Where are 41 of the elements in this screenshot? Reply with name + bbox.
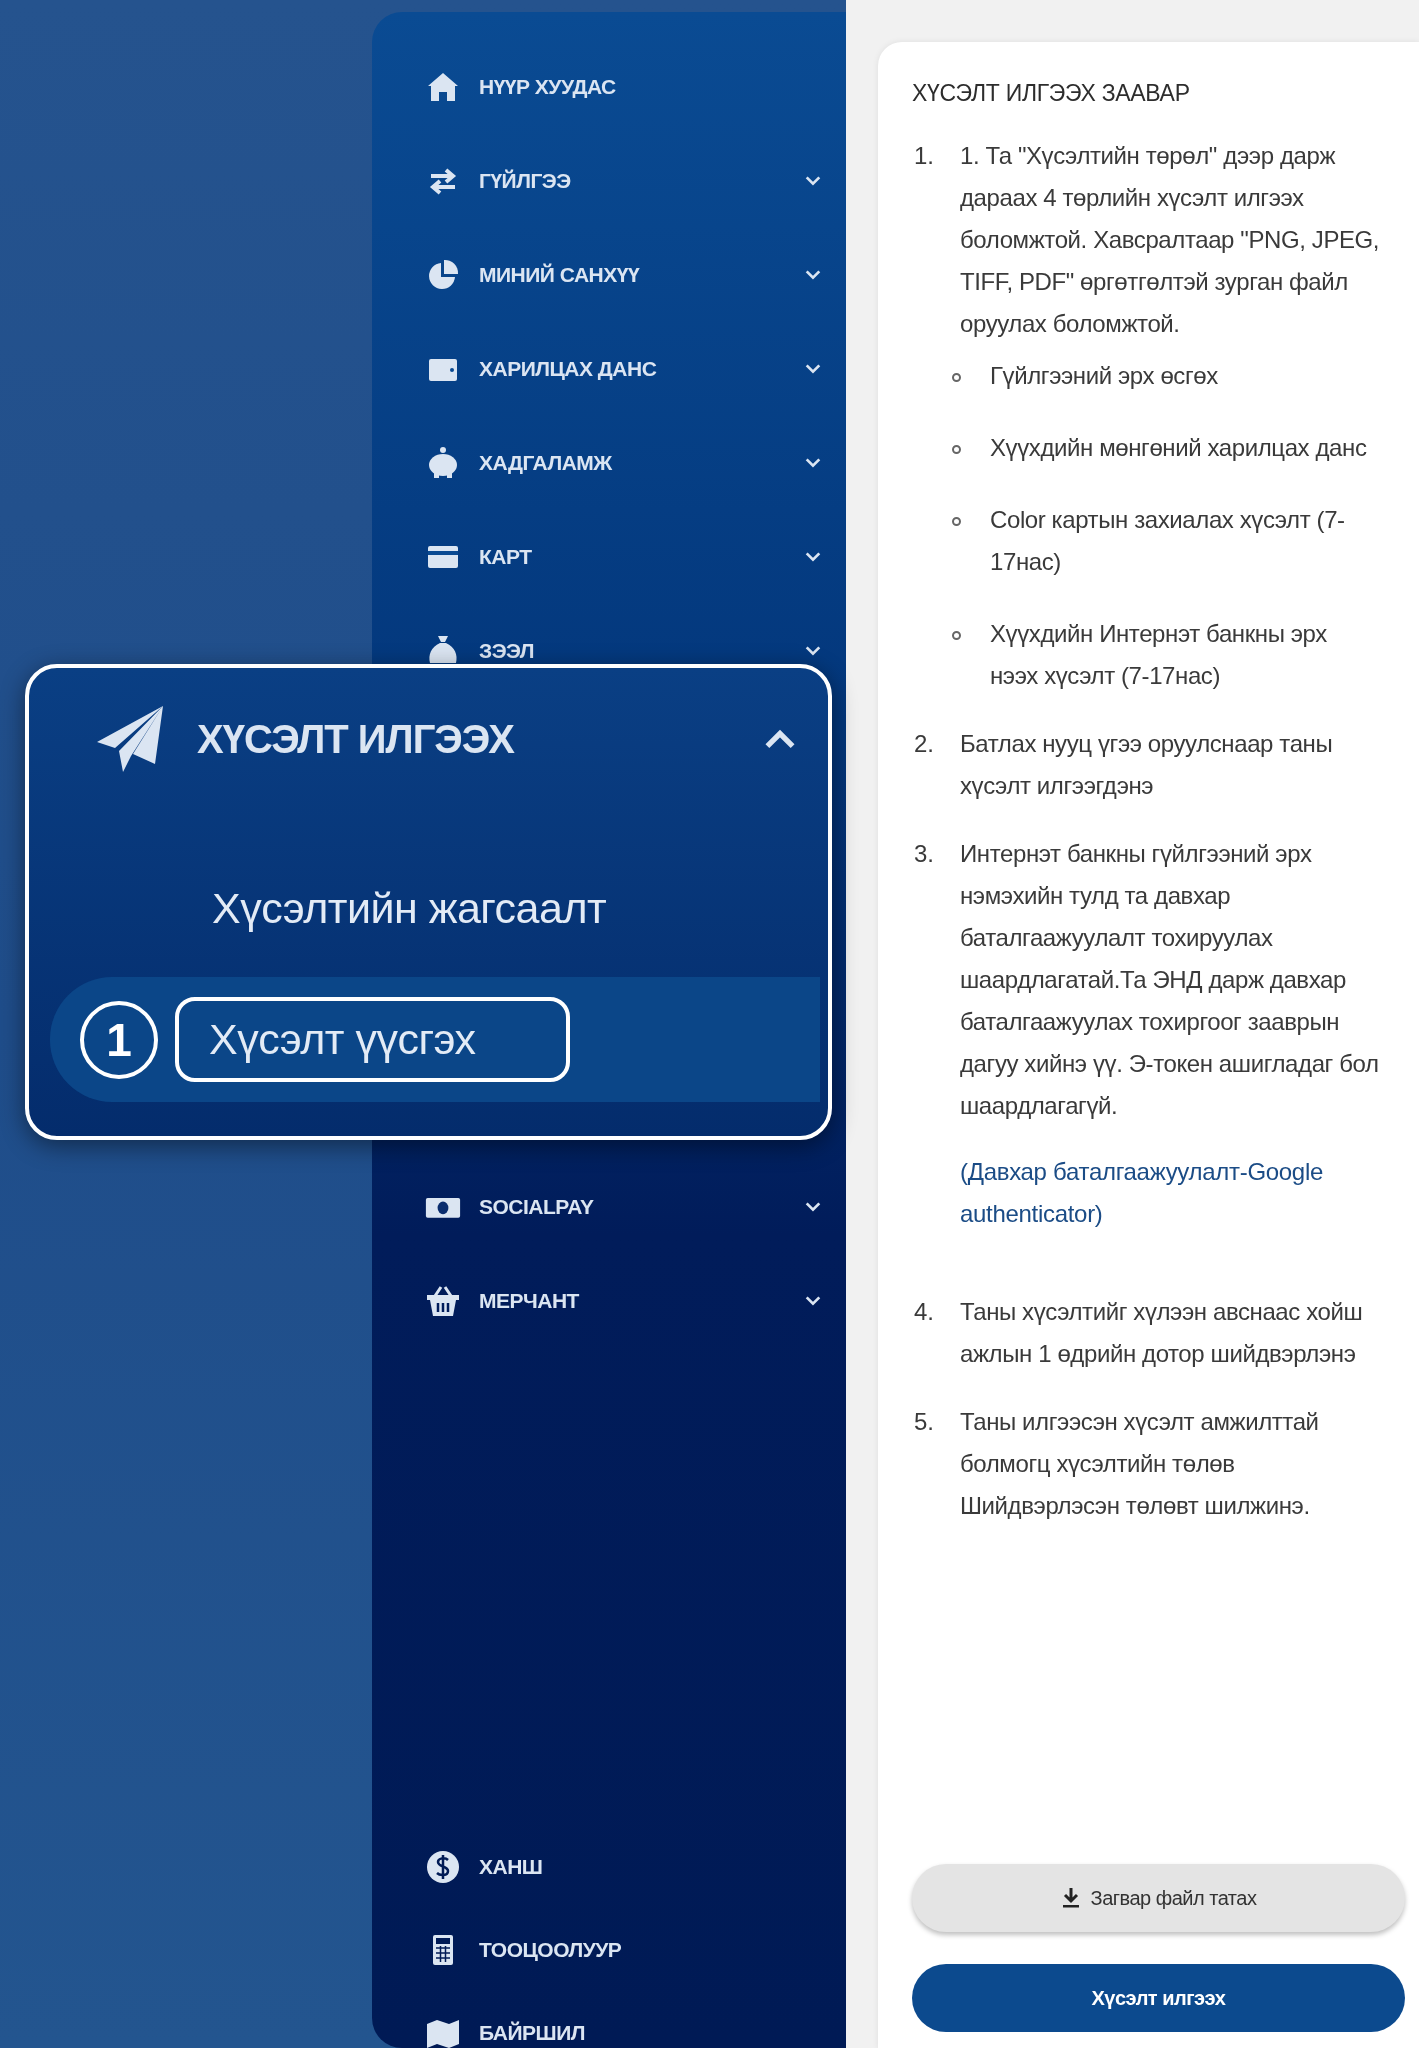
submenu-item[interactable]: Хүсэлт үүсгэх bbox=[175, 997, 570, 1082]
step-number: 5. bbox=[913, 1407, 935, 1437]
bullet-icon bbox=[952, 517, 961, 526]
dollar-coin-icon bbox=[425, 1848, 461, 1885]
step-number-badge: 1 bbox=[80, 1000, 158, 1079]
sidebar-item[interactable]: ЗЭЭЛ bbox=[372, 604, 846, 698]
bullet-text: Color картын захиалах хүсэлт (7-17нас) bbox=[990, 505, 1346, 577]
step-number: 2. bbox=[913, 729, 935, 759]
step-text: Интернэт банкны гүйлгээний эрх нэмэхийн тулд та давхар баталгаажуулалт тохируулах шаардлагатай.Та ЭНД дарж давхар баталгаажуулах тохиргоог зааврын дагуу хийнэ үү. Э-токен ашигладаг бол шаардлагагүй. bbox=[960, 839, 1380, 1121]
step-number: 4. bbox=[913, 1297, 935, 1327]
submit-request-button[interactable]: Хүсэлт илгээх bbox=[912, 1964, 1405, 2032]
sidebar-item[interactable]: МИНИЙ САНХҮҮ bbox=[372, 228, 846, 322]
step-text: Батлах нууц үгээ оруулснаар таны хүсэлт илгээгдэнэ bbox=[960, 729, 1334, 801]
step-text: Таны илгээсэн хүсэлт амжилттай болмогц хүсэлтийн төлөв Шийдвэрлэсэн төлөвт шилжинэ. bbox=[960, 1407, 1320, 1521]
bullet-text: Гүйлгээний эрх өсгөх bbox=[990, 361, 1218, 391]
help-link[interactable]: (Давхар баталгаажуулалт-Google authenticator) bbox=[960, 1151, 1380, 1235]
sidebar-item[interactable]: ХҮСЭЛТ ИЛГЭЭХ bbox=[29, 704, 828, 774]
sidebar-item[interactable]: НҮҮР ХУУДАС bbox=[372, 40, 846, 134]
bullet-text: Хүүхдийн мөнгөний харилцах данс bbox=[990, 433, 1367, 463]
sidebar-item[interactable]: БАЙРШИЛ bbox=[372, 1991, 846, 2048]
bullet-text: Хүүхдийн Интернэт банкны эрх нээх хүсэлт (7-17нас) bbox=[990, 619, 1328, 691]
sidebar-item[interactable]: ХАНШ bbox=[372, 1825, 846, 1908]
bullet-icon bbox=[952, 373, 961, 382]
step-number: 3. bbox=[913, 839, 935, 869]
sidebar-item[interactable]: КАРТ bbox=[372, 510, 846, 604]
sidebar-item[interactable]: ХАРИЛЦАХ ДАНС bbox=[372, 322, 846, 416]
download-template-button[interactable]: Загвар файл татах bbox=[912, 1864, 1405, 1932]
step-text: 1. Та "Хүсэлтийн төрөл" дээр дарж дараах 4 төрлийн хүсэлт илгээх боломжтой. Хавсралтаар "PNG, JPEG, TIFF, PDF" өргөтгөлтэй зурган файл оруулах боломжтой. bbox=[960, 141, 1380, 339]
sidebar-item[interactable]: ГҮЙЛГЭЭ bbox=[372, 134, 846, 228]
sidebar-item[interactable]: SOCIALPAY bbox=[372, 1160, 846, 1254]
sidebar-item[interactable]: ХАДГАЛАМЖ bbox=[372, 416, 846, 510]
sidebar-item[interactable]: МЕРЧАНТ bbox=[372, 1254, 846, 1348]
download-icon bbox=[1060, 1887, 1081, 1909]
sidebar-item[interactable]: ТООЦООЛУУР bbox=[372, 1908, 846, 1991]
step-text: Таны хүсэлтийг хүлээн авснаас хойш ажлын 1 өдрийн дотор шийдвэрлэнэ bbox=[960, 1297, 1364, 1369]
submenu-item[interactable]: Хүсэлтийн жагсаалт bbox=[212, 883, 607, 933]
bullet-icon bbox=[952, 631, 961, 640]
paper-plane-icon bbox=[95, 704, 165, 774]
step-number: 1. bbox=[913, 141, 935, 171]
bullet-icon bbox=[952, 445, 961, 454]
instructions-title: ХҮСЭЛТ ИЛГЭЭХ ЗААВАР bbox=[912, 80, 1191, 107]
